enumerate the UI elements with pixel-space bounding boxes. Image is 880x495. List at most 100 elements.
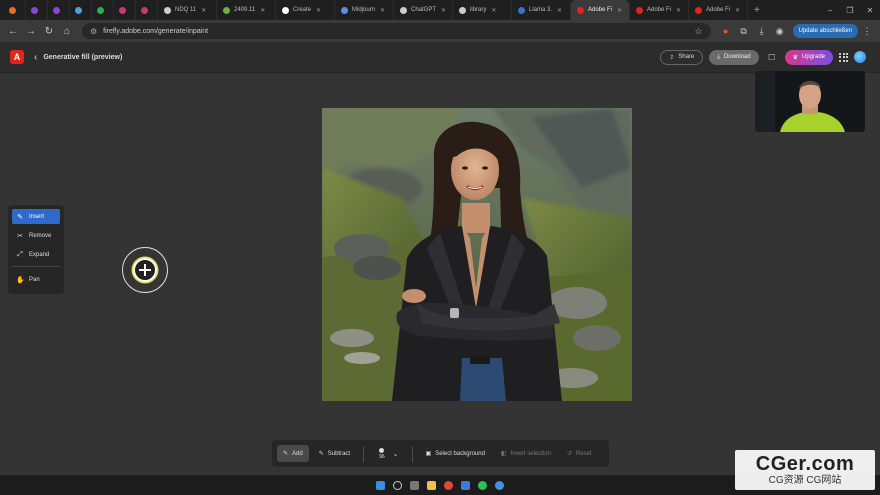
browser-icon[interactable] (495, 480, 504, 490)
downloads-icon[interactable]: ⤓ (753, 26, 771, 37)
update-button[interactable]: Update abschließen (792, 24, 858, 38)
tool-expand-label: Expand (29, 251, 50, 258)
tool-divider (12, 266, 60, 267)
browser-tab[interactable]: Midjourn ✕ (335, 0, 394, 20)
tab-close-icon[interactable]: ✕ (676, 7, 681, 14)
browser-tab[interactable]: library ✕ (453, 0, 512, 20)
task-view-icon[interactable] (410, 480, 419, 490)
browser-tab[interactable]: Llama 3. ✕ (512, 0, 571, 20)
generated-image[interactable] (322, 108, 632, 401)
add-brush-icon: ✎ (283, 451, 289, 457)
tab-close-icon[interactable]: ✕ (557, 7, 562, 14)
tab-favicon-icon (577, 6, 584, 14)
tab-favicon-icon (695, 6, 702, 14)
browser-tab[interactable]: NDQ 11 ✕ (158, 0, 217, 20)
tab-close-icon[interactable]: ✕ (316, 7, 321, 14)
browser-tab[interactable] (26, 0, 48, 20)
file-explorer-icon[interactable] (427, 480, 436, 490)
tool-insert[interactable]: ✎ Insert (12, 209, 60, 224)
tab-label: Adobe Fi (588, 7, 613, 13)
browser-tab[interactable]: Create ✕ (276, 0, 335, 20)
url-text: firefly.adobe.com/generate/inpaint (103, 27, 209, 35)
brush-insert-icon: ✎ (17, 213, 23, 221)
home-icon[interactable]: ⌂ (58, 26, 76, 37)
tool-panel: ✎ Insert ✂ Remove ⤢ Expand ✋ Pan (8, 205, 64, 294)
header-actions: ⇪ Share ⤓ Download ☐ ♛ Upgrade (660, 49, 866, 65)
site-info-icon[interactable]: ⚙ (90, 27, 97, 36)
tab-label: Create (293, 7, 312, 13)
add-cursor-icon (133, 258, 157, 282)
tab-close-icon[interactable]: ✕ (491, 7, 496, 14)
forward-icon[interactable]: → (22, 26, 40, 37)
whatsapp-icon[interactable] (478, 480, 487, 490)
tab-close-icon[interactable]: ✕ (380, 7, 385, 14)
browser-tab[interactable] (114, 0, 136, 20)
tool-expand[interactable]: ⤢ Expand (12, 247, 60, 262)
close-icon[interactable]: ✕ (860, 6, 880, 15)
add-button[interactable]: ✎ Add (277, 445, 309, 462)
minimize-icon[interactable]: – (820, 6, 840, 15)
browser-tab[interactable] (4, 0, 26, 20)
tab-label: Adobe Fi (647, 7, 672, 13)
browser-tab[interactable]: Adobe Fi ✕ (571, 0, 630, 20)
chrome-icon[interactable] (444, 480, 453, 490)
feedback-icon[interactable]: ☐ (765, 53, 779, 62)
download-label: Download (723, 54, 751, 60)
brush-settings-button[interactable]: 96 ⌄ (371, 445, 404, 462)
upgrade-label: Upgrade (801, 54, 825, 60)
subtract-brush-icon: ✎ (318, 451, 324, 457)
selection-toolbar: ✎ Add ✎ Subtract 96 ⌄ ▣ Select backgroun… (272, 440, 609, 467)
app-icon[interactable] (461, 480, 470, 490)
tab-close-icon[interactable]: ✕ (617, 7, 622, 14)
tab-close-icon[interactable]: ✕ (260, 7, 265, 14)
tab-favicon-icon (341, 6, 348, 14)
tab-close-icon[interactable]: ✕ (735, 7, 740, 14)
download-button[interactable]: ⤓ Download (709, 49, 759, 65)
browser-tab[interactable]: Adobe Fi ✕ (689, 0, 748, 20)
search-icon[interactable] (393, 480, 402, 490)
browser-menu-icon[interactable]: ⋮ (858, 26, 876, 37)
tab-label: Adobe Fi (706, 7, 731, 13)
tab-label: 2409.11 (234, 7, 256, 13)
apps-grid-icon[interactable] (839, 52, 848, 62)
upgrade-button[interactable]: ♛ Upgrade (784, 49, 833, 65)
new-tab-button[interactable]: + (748, 5, 766, 16)
browser-tab[interactable] (92, 0, 114, 20)
browser-tab[interactable]: 2409.11 ✕ (217, 0, 276, 20)
subtract-button[interactable]: ✎ Subtract (313, 445, 356, 462)
browser-tab[interactable] (70, 0, 92, 20)
tab-close-icon[interactable]: ✕ (201, 7, 206, 14)
select-background-label: Select background (435, 450, 485, 457)
share-button[interactable]: ⇪ Share (660, 49, 704, 65)
reload-icon[interactable]: ↻ (40, 26, 58, 37)
browser-tab[interactable]: ChatGPT ✕ (394, 0, 453, 20)
adobe-logo-icon[interactable]: A (10, 50, 24, 64)
tab-favicon-icon (459, 6, 466, 14)
profile-icon[interactable]: ◉ (771, 26, 789, 37)
back-icon[interactable]: ← (4, 26, 22, 37)
tool-pan[interactable]: ✋ Pan (12, 272, 60, 287)
invert-selection-button[interactable]: ◧ Invert selection (495, 445, 557, 462)
address-bar[interactable]: ⚙ firefly.adobe.com/generate/inpaint ☆ (82, 23, 711, 39)
tool-remove[interactable]: ✂ Remove (12, 228, 60, 243)
browser-tab[interactable]: Adobe Fi ✕ (630, 0, 689, 20)
browser-tab[interactable] (48, 0, 70, 20)
tab-close-icon[interactable]: ✕ (441, 7, 446, 14)
tab-favicon-icon (141, 6, 148, 14)
reset-icon: ↺ (566, 451, 572, 457)
watermark: CGer.com CG资源 CG网站 (735, 450, 875, 490)
extensions-puzzle-icon[interactable]: ⧉ (735, 26, 753, 37)
back-chevron-icon[interactable]: ‹ (34, 52, 37, 63)
select-background-button[interactable]: ▣ Select background (420, 445, 491, 462)
windows-start-icon[interactable] (376, 480, 385, 490)
chevron-down-icon: ⌄ (392, 450, 399, 458)
image-select-icon: ▣ (425, 451, 432, 457)
avatar[interactable] (854, 51, 866, 63)
bookmark-star-icon[interactable]: ☆ (695, 26, 703, 37)
extension-icon[interactable]: ● (717, 26, 735, 36)
maximize-icon[interactable]: ❐ (840, 6, 860, 15)
app-header: A ‹ Generative fill (preview) ⇪ Share ⤓ … (0, 42, 880, 73)
browser-tab[interactable] (136, 0, 158, 20)
tab-favicon-icon (223, 6, 230, 14)
reset-button[interactable]: ↺ Reset (561, 445, 598, 462)
